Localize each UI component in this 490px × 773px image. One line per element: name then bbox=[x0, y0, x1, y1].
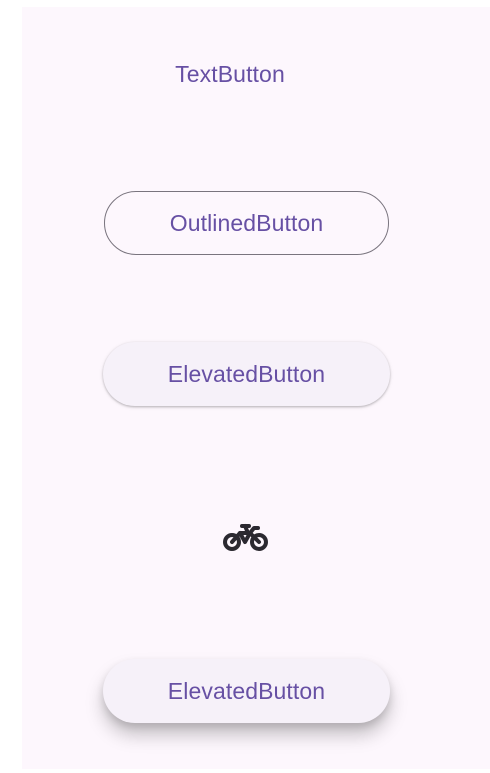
bicycle-icon bbox=[223, 524, 268, 551]
text-button-label: TextButton bbox=[175, 60, 285, 87]
app-screen: TextButton OutlinedButton ElevatedButton… bbox=[22, 7, 490, 769]
outlined-button-label: OutlinedButton bbox=[169, 209, 324, 236]
bicycle-icon-button[interactable] bbox=[221, 519, 271, 555]
elevated-button-raised[interactable]: ElevatedButton bbox=[103, 659, 390, 723]
outlined-button[interactable]: OutlinedButton bbox=[104, 191, 389, 255]
text-button[interactable]: TextButton bbox=[140, 51, 320, 97]
elevated-button-raised-label: ElevatedButton bbox=[167, 677, 326, 704]
elevated-button-label: ElevatedButton bbox=[167, 360, 326, 387]
elevated-button[interactable]: ElevatedButton bbox=[103, 342, 390, 406]
